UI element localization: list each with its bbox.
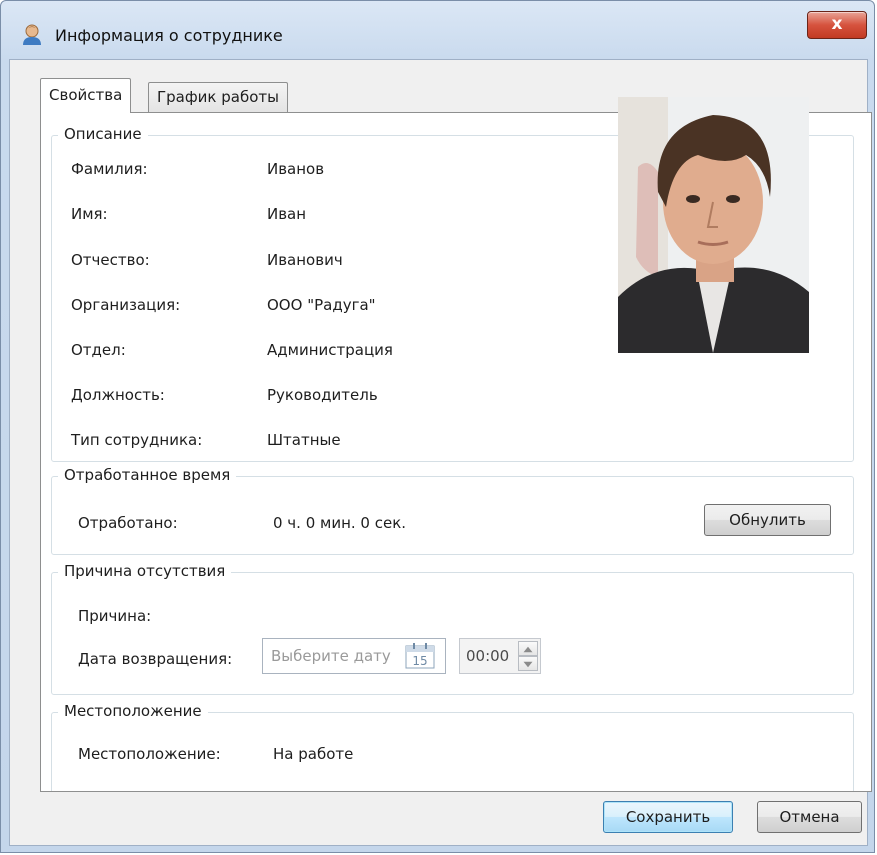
tab-work-schedule[interactable]: График работы <box>148 82 288 113</box>
worked-value: 0 ч. 0 мин. 0 сек. <box>273 514 407 532</box>
department-label: Отдел: <box>71 341 126 359</box>
employee-type-value: Штатные <box>267 431 341 449</box>
employee-icon <box>23 24 41 45</box>
surname-label: Фамилия: <box>71 160 148 178</box>
position-value: Руководитель <box>267 386 378 404</box>
calendar-icon[interactable]: 15 <box>405 643 435 669</box>
worked-label: Отработано: <box>78 514 178 532</box>
save-button[interactable]: Сохранить <box>603 801 733 833</box>
organization-label: Организация: <box>71 296 181 314</box>
organization-value: ООО "Радуга" <box>267 296 376 314</box>
name-value: Иван <box>267 205 307 223</box>
location-label: Местоположение: <box>78 745 221 763</box>
calendar-day: 15 <box>412 654 427 668</box>
description-group-title: Описание <box>58 125 148 143</box>
employee-type-label: Тип сотрудника: <box>71 431 203 449</box>
return-date-picker[interactable]: Выберите дату 15 <box>262 638 446 674</box>
chevron-down-icon <box>523 661 533 668</box>
title-bar[interactable]: Информация о сотруднике x <box>1 1 874 59</box>
patronymic-label: Отчество: <box>71 251 150 269</box>
return-time-spinner[interactable]: 00:00 <box>459 638 541 674</box>
reason-label: Причина: <box>78 607 152 625</box>
return-date-label: Дата возвращения: <box>78 650 233 668</box>
surname-value: Иванов <box>267 160 325 178</box>
time-down-button[interactable] <box>518 656 538 671</box>
chevron-up-icon <box>523 646 533 653</box>
close-button[interactable]: x <box>807 11 867 39</box>
employee-photo <box>618 97 809 353</box>
name-label: Имя: <box>71 205 108 223</box>
date-placeholder: Выберите дату <box>271 647 391 665</box>
position-label: Должность: <box>71 386 165 404</box>
location-value: На работе <box>273 745 354 763</box>
cancel-button[interactable]: Отмена <box>757 801 862 833</box>
absence-group-title: Причина отсутствия <box>58 562 232 580</box>
tab-properties[interactable]: Свойства <box>40 78 132 113</box>
time-value: 00:00 <box>466 647 510 665</box>
patronymic-value: Иванович <box>267 251 343 269</box>
window-title: Информация о сотруднике <box>55 26 283 45</box>
location-group-title: Местоположение <box>58 702 208 720</box>
reset-button[interactable]: Обнулить <box>704 504 831 536</box>
absence-group: Причина отсутствия <box>51 562 854 695</box>
worked-time-group-title: Отработанное время <box>58 466 237 484</box>
department-value: Администрация <box>267 341 393 359</box>
time-up-button[interactable] <box>518 641 538 656</box>
